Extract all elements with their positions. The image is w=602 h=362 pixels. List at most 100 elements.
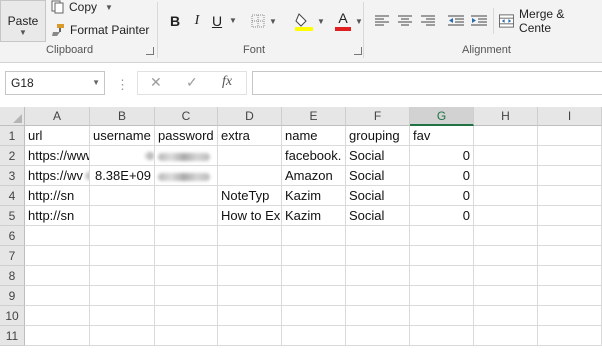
cell-a2[interactable]: https://www.facebo [25,146,90,166]
row-header-11[interactable]: 11 [0,326,25,346]
cell-g5[interactable]: 0 [410,206,474,226]
cell-e5[interactable]: Kazim [282,206,346,226]
cell-e3[interactable]: Amazon [282,166,346,186]
decrease-indent-button[interactable] [445,10,467,32]
cell-b10[interactable] [90,306,155,326]
cell-e4[interactable]: Kazim [282,186,346,206]
cell-b6[interactable] [90,226,155,246]
merge-center-button[interactable]: Merge & Cente [498,7,602,35]
cell-d4[interactable]: NoteTyp [218,186,282,206]
copy-button[interactable]: Copy ▼ [48,0,116,17]
resize-handle-icon[interactable]: ⋮ [116,77,129,93]
cell-b7[interactable] [90,246,155,266]
underline-button[interactable]: U [207,10,227,32]
cell-h11[interactable] [474,326,538,346]
cell-e10[interactable] [282,306,346,326]
cell-g4[interactable]: 0 [410,186,474,206]
cell-d9[interactable] [218,286,282,306]
row-header-4[interactable]: 4 [0,186,25,206]
cell-f10[interactable] [346,306,410,326]
cell-c6[interactable] [155,226,218,246]
bold-button[interactable]: B [165,10,185,32]
insert-function-icon[interactable]: fx [222,74,232,90]
cell-g2[interactable]: 0 [410,146,474,166]
cell-h3[interactable] [474,166,538,186]
cell-h8[interactable] [474,266,538,286]
cell-g10[interactable] [410,306,474,326]
cell-c8[interactable] [155,266,218,286]
cell-d8[interactable] [218,266,282,286]
cell-f4[interactable]: Social [346,186,410,206]
name-box[interactable]: G18 ▼ [5,71,105,95]
cell-c4[interactable] [155,186,218,206]
cell-a4[interactable]: http://sn [25,186,90,206]
cell-g1[interactable]: fav [410,126,474,146]
cell-h5[interactable] [474,206,538,226]
column-header-c[interactable]: C [155,107,218,126]
cell-h10[interactable] [474,306,538,326]
paste-button[interactable]: Paste ▼ [0,0,46,42]
cell-i7[interactable] [538,246,602,266]
cell-f1[interactable]: grouping [346,126,410,146]
column-header-f[interactable]: F [346,107,410,126]
cell-d10[interactable] [218,306,282,326]
cell-e9[interactable] [282,286,346,306]
cell-f8[interactable] [346,266,410,286]
cell-a11[interactable] [25,326,90,346]
align-center-button[interactable] [394,10,416,32]
cell-a9[interactable] [25,286,90,306]
cell-h9[interactable] [474,286,538,306]
dialog-launcher-icon[interactable] [354,47,362,55]
cell-i9[interactable] [538,286,602,306]
column-header-a[interactable]: A [25,107,90,126]
cancel-icon[interactable]: ✕ [150,74,162,91]
cell-h2[interactable] [474,146,538,166]
cell-f7[interactable] [346,246,410,266]
row-header-9[interactable]: 9 [0,286,25,306]
cell-a6[interactable] [25,226,90,246]
cell-f11[interactable] [346,326,410,346]
cell-h1[interactable] [474,126,538,146]
cell-f5[interactable]: Social [346,206,410,226]
cell-f3[interactable]: Social [346,166,410,186]
column-header-g[interactable]: G [410,107,474,126]
cell-a10[interactable] [25,306,90,326]
cell-b8[interactable] [90,266,155,286]
cell-d1[interactable]: extra [218,126,282,146]
cell-c1[interactable]: password [155,126,218,146]
enter-icon[interactable]: ✓ [186,74,198,91]
cell-d7[interactable] [218,246,282,266]
column-header-b[interactable]: B [90,107,155,126]
row-header-2[interactable]: 2 [0,146,25,166]
cell-h7[interactable] [474,246,538,266]
cell-b1[interactable]: username [90,126,155,146]
cell-c10[interactable] [155,306,218,326]
cell-f2[interactable]: Social [346,146,410,166]
cell-g3[interactable]: 0 [410,166,474,186]
column-header-h[interactable]: H [474,107,538,126]
chevron-down-icon[interactable]: ▼ [92,72,100,94]
cell-d3[interactable] [218,166,282,186]
align-right-button[interactable] [417,10,439,32]
cell-i3[interactable] [538,166,602,186]
cell-i4[interactable] [538,186,602,206]
cell-e11[interactable] [282,326,346,346]
cell-f9[interactable] [346,286,410,306]
cell-c11[interactable] [155,326,218,346]
cell-a8[interactable] [25,266,90,286]
cell-i11[interactable] [538,326,602,346]
chevron-down-icon[interactable]: ▼ [229,16,237,25]
row-header-1[interactable]: 1 [0,126,25,146]
cell-c7[interactable] [155,246,218,266]
cell-e7[interactable] [282,246,346,266]
cell-h4[interactable] [474,186,538,206]
formula-input[interactable] [252,71,602,95]
column-header-i[interactable]: I [538,107,602,126]
dialog-launcher-icon[interactable] [146,47,154,55]
row-header-10[interactable]: 10 [0,306,25,326]
cell-a7[interactable] [25,246,90,266]
cell-e6[interactable] [282,226,346,246]
column-header-d[interactable]: D [218,107,282,126]
cell-d11[interactable] [218,326,282,346]
select-all-button[interactable] [0,107,25,126]
